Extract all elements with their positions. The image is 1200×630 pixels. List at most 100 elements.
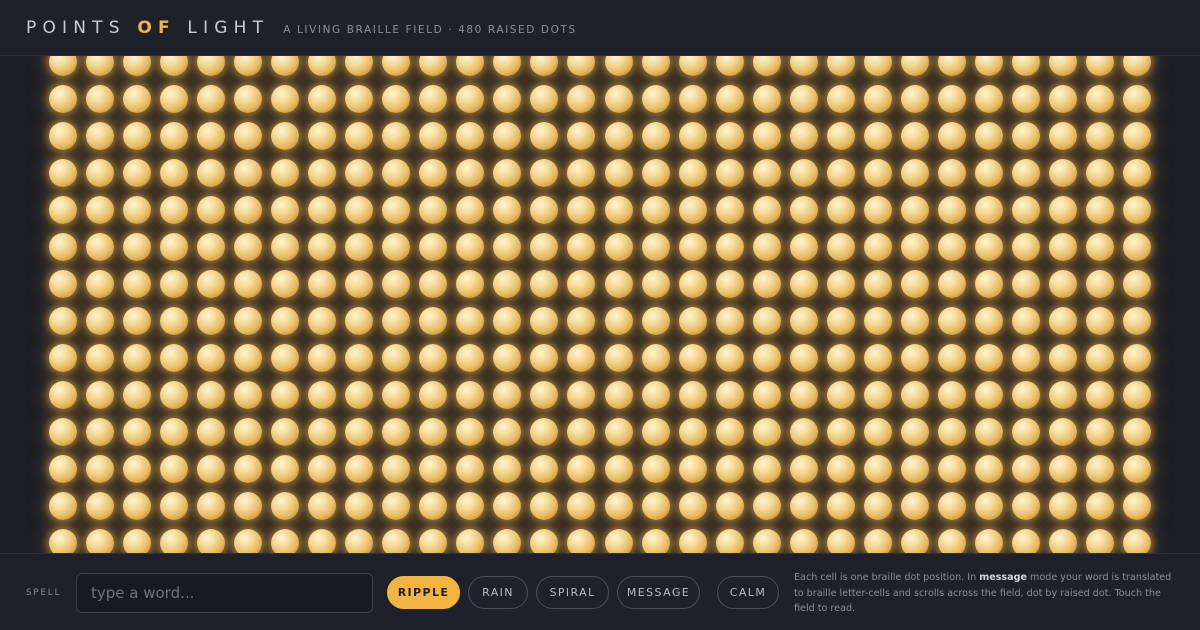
braille-dot[interactable] bbox=[937, 344, 966, 372]
braille-dot[interactable] bbox=[123, 196, 152, 224]
braille-dot[interactable] bbox=[345, 418, 374, 446]
braille-dot[interactable] bbox=[678, 455, 707, 483]
braille-dot[interactable] bbox=[234, 529, 263, 553]
braille-dot[interactable] bbox=[345, 344, 374, 372]
braille-dot[interactable] bbox=[1122, 196, 1151, 224]
braille-dot[interactable] bbox=[530, 418, 559, 446]
braille-dot[interactable] bbox=[826, 455, 855, 483]
braille-dot[interactable] bbox=[1048, 529, 1077, 553]
braille-dot[interactable] bbox=[86, 196, 114, 224]
braille-dot[interactable] bbox=[234, 56, 263, 76]
braille-dot[interactable] bbox=[1122, 492, 1151, 520]
braille-dot[interactable] bbox=[160, 196, 189, 224]
braille-dot[interactable] bbox=[715, 455, 744, 483]
braille-dot[interactable] bbox=[308, 159, 337, 187]
braille-dot[interactable] bbox=[271, 122, 300, 150]
braille-dot[interactable] bbox=[493, 56, 522, 76]
braille-dot[interactable] bbox=[863, 122, 892, 150]
braille-dot[interactable] bbox=[1011, 122, 1040, 150]
braille-dot[interactable] bbox=[1048, 455, 1077, 483]
braille-dot[interactable] bbox=[1085, 85, 1114, 113]
braille-dot[interactable] bbox=[456, 529, 485, 553]
braille-dot[interactable] bbox=[752, 233, 781, 261]
braille-dot[interactable] bbox=[900, 85, 929, 113]
braille-dot[interactable] bbox=[641, 418, 670, 446]
braille-dot[interactable] bbox=[678, 233, 707, 261]
braille-dot[interactable] bbox=[1122, 85, 1151, 113]
braille-dot[interactable] bbox=[308, 56, 337, 76]
braille-dot[interactable] bbox=[308, 344, 337, 372]
braille-dot[interactable] bbox=[900, 122, 929, 150]
braille-dot[interactable] bbox=[567, 159, 596, 187]
braille-dot[interactable] bbox=[752, 85, 781, 113]
braille-dot[interactable] bbox=[715, 418, 744, 446]
braille-dot[interactable] bbox=[1122, 529, 1151, 553]
braille-dot[interactable] bbox=[123, 85, 152, 113]
braille-dot[interactable] bbox=[641, 381, 670, 409]
braille-dot[interactable] bbox=[308, 529, 337, 553]
braille-dot[interactable] bbox=[308, 270, 337, 298]
braille-dot[interactable] bbox=[715, 196, 744, 224]
braille-dot[interactable] bbox=[1122, 381, 1151, 409]
braille-dot[interactable] bbox=[49, 529, 77, 553]
braille-dot[interactable] bbox=[1011, 529, 1040, 553]
braille-dot[interactable] bbox=[234, 381, 263, 409]
braille-dot[interactable] bbox=[1048, 56, 1077, 76]
braille-dot[interactable] bbox=[789, 196, 818, 224]
braille-dot[interactable] bbox=[826, 85, 855, 113]
braille-dot[interactable] bbox=[1011, 159, 1040, 187]
braille-dot[interactable] bbox=[678, 307, 707, 335]
braille-dot[interactable] bbox=[567, 122, 596, 150]
braille-dot[interactable] bbox=[160, 85, 189, 113]
braille-dot[interactable] bbox=[123, 492, 152, 520]
braille-dot[interactable] bbox=[419, 56, 448, 76]
braille-dot[interactable] bbox=[567, 56, 596, 76]
braille-dot[interactable] bbox=[974, 85, 1003, 113]
braille-dot[interactable] bbox=[1011, 344, 1040, 372]
braille-dot[interactable] bbox=[900, 529, 929, 553]
braille-dot[interactable] bbox=[863, 233, 892, 261]
braille-dot[interactable] bbox=[86, 529, 114, 553]
braille-dot[interactable] bbox=[271, 344, 300, 372]
braille-dot[interactable] bbox=[863, 159, 892, 187]
braille-dot[interactable] bbox=[49, 307, 77, 335]
braille-dot[interactable] bbox=[900, 381, 929, 409]
braille-dot[interactable] bbox=[715, 270, 744, 298]
braille-dot[interactable] bbox=[974, 233, 1003, 261]
braille-dot[interactable] bbox=[752, 270, 781, 298]
braille-dot[interactable] bbox=[1085, 455, 1114, 483]
braille-dot[interactable] bbox=[641, 56, 670, 76]
braille-dot[interactable] bbox=[1048, 270, 1077, 298]
braille-dot[interactable] bbox=[1048, 418, 1077, 446]
braille-dot[interactable] bbox=[197, 233, 226, 261]
braille-dot[interactable] bbox=[1122, 307, 1151, 335]
braille-dot[interactable] bbox=[567, 492, 596, 520]
braille-dot[interactable] bbox=[345, 196, 374, 224]
braille-dot[interactable] bbox=[456, 196, 485, 224]
braille-dot[interactable] bbox=[937, 233, 966, 261]
braille-dot[interactable] bbox=[419, 196, 448, 224]
braille-dot[interactable] bbox=[271, 85, 300, 113]
braille-dot[interactable] bbox=[308, 122, 337, 150]
braille-dot[interactable] bbox=[752, 344, 781, 372]
braille-dot[interactable] bbox=[49, 233, 77, 261]
braille-dot[interactable] bbox=[271, 418, 300, 446]
braille-dot[interactable] bbox=[826, 492, 855, 520]
braille-dot[interactable] bbox=[271, 233, 300, 261]
braille-dot[interactable] bbox=[641, 344, 670, 372]
braille-dot[interactable] bbox=[382, 307, 411, 335]
braille-dot[interactable] bbox=[937, 196, 966, 224]
braille-dot[interactable] bbox=[937, 529, 966, 553]
braille-dot[interactable] bbox=[900, 492, 929, 520]
braille-dot[interactable] bbox=[1085, 307, 1114, 335]
braille-dot[interactable] bbox=[604, 529, 633, 553]
braille-dot[interactable] bbox=[493, 85, 522, 113]
braille-dot[interactable] bbox=[234, 122, 263, 150]
braille-dot[interactable] bbox=[456, 381, 485, 409]
braille-dot[interactable] bbox=[271, 270, 300, 298]
braille-dot[interactable] bbox=[530, 492, 559, 520]
braille-dot[interactable] bbox=[345, 122, 374, 150]
braille-dot[interactable] bbox=[789, 159, 818, 187]
braille-dot[interactable] bbox=[974, 56, 1003, 76]
braille-dot[interactable] bbox=[937, 159, 966, 187]
